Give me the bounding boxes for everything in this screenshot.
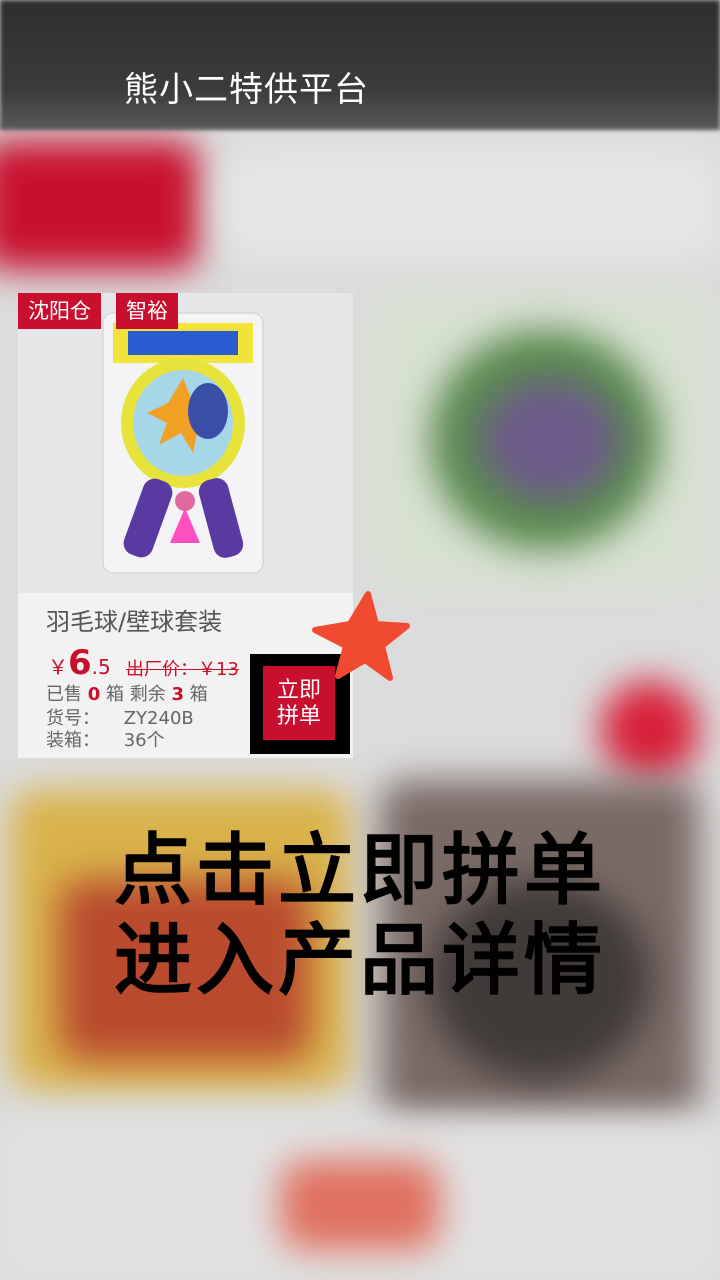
sold-count: 0 xyxy=(87,684,101,705)
brand-tag: 智裕 xyxy=(116,293,178,329)
price-decimal: .5 xyxy=(91,655,111,679)
packing-label: 装箱： xyxy=(46,730,100,751)
buy-label-line2: 拼单 xyxy=(276,704,321,729)
star-icon xyxy=(312,591,410,681)
remaining-count: 3 xyxy=(171,684,184,705)
packing-value: 36个 xyxy=(123,730,165,751)
product-name[interactable]: 羽毛球/壁球套装 xyxy=(46,602,222,637)
original-price: 出厂价：￥13 xyxy=(126,659,239,680)
app-title: 熊小二特供平台 xyxy=(124,70,369,110)
sales-info: 已售 0 箱 剩余 3 箱 xyxy=(46,680,208,706)
price-symbol: ￥ xyxy=(48,655,68,679)
sold-label: 已售 xyxy=(46,684,82,705)
warehouse-tag: 沈阳仓 xyxy=(18,293,101,329)
packing-info: 装箱： 36个 xyxy=(46,726,165,752)
price: ￥6.5 xyxy=(48,643,111,683)
hint-line-2: 进入产品详情 xyxy=(113,916,606,1006)
sold-unit: 箱 xyxy=(106,684,124,705)
remaining-label: 剩余 xyxy=(129,684,166,705)
product-image[interactable] xyxy=(18,293,353,593)
racket-set-image xyxy=(102,312,264,574)
price-integer: 6 xyxy=(68,643,92,683)
remaining-unit: 箱 xyxy=(189,684,208,705)
